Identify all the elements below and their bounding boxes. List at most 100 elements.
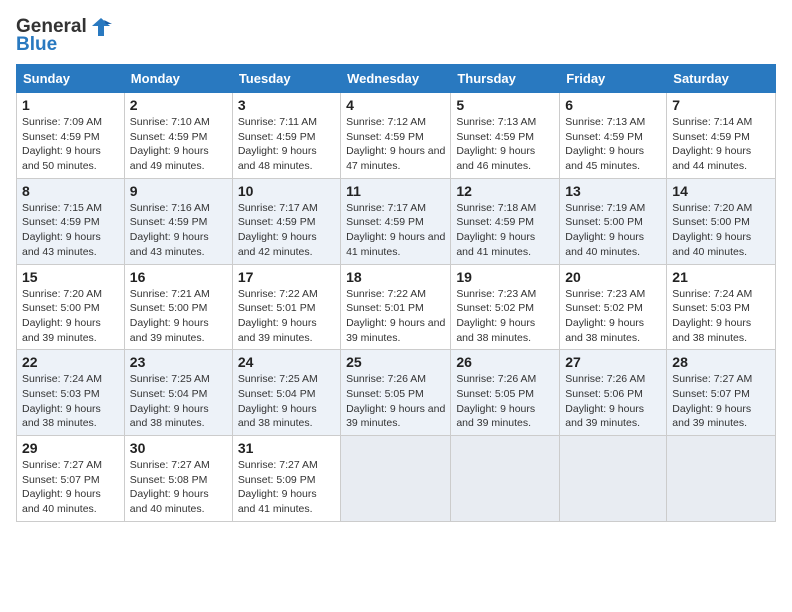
day-number: 22 xyxy=(22,354,119,370)
day-info: Sunrise: 7:27 AMSunset: 5:07 PMDaylight:… xyxy=(672,373,752,429)
day-number: 21 xyxy=(672,269,770,285)
day-number: 31 xyxy=(238,440,335,456)
day-info: Sunrise: 7:25 AMSunset: 5:04 PMDaylight:… xyxy=(238,373,318,429)
calendar-cell: 15 Sunrise: 7:20 AMSunset: 5:00 PMDaylig… xyxy=(17,264,125,350)
day-number: 14 xyxy=(672,183,770,199)
calendar-cell: 21 Sunrise: 7:24 AMSunset: 5:03 PMDaylig… xyxy=(667,264,776,350)
day-info: Sunrise: 7:23 AMSunset: 5:02 PMDaylight:… xyxy=(456,288,536,344)
day-info: Sunrise: 7:26 AMSunset: 5:06 PMDaylight:… xyxy=(565,373,645,429)
day-number: 26 xyxy=(456,354,554,370)
calendar-cell: 30 Sunrise: 7:27 AMSunset: 5:08 PMDaylig… xyxy=(124,436,232,522)
day-number: 20 xyxy=(565,269,661,285)
calendar-cell: 17 Sunrise: 7:22 AMSunset: 5:01 PMDaylig… xyxy=(232,264,340,350)
calendar-cell: 23 Sunrise: 7:25 AMSunset: 5:04 PMDaylig… xyxy=(124,350,232,436)
day-info: Sunrise: 7:16 AMSunset: 4:59 PMDaylight:… xyxy=(130,202,210,258)
day-number: 17 xyxy=(238,269,335,285)
day-info: Sunrise: 7:19 AMSunset: 5:00 PMDaylight:… xyxy=(565,202,645,258)
calendar-cell: 31 Sunrise: 7:27 AMSunset: 5:09 PMDaylig… xyxy=(232,436,340,522)
day-number: 8 xyxy=(22,183,119,199)
calendar-cell: 7 Sunrise: 7:14 AMSunset: 4:59 PMDayligh… xyxy=(667,93,776,179)
page-header: General Blue xyxy=(16,16,776,56)
day-number: 7 xyxy=(672,97,770,113)
calendar-cell xyxy=(341,436,451,522)
day-info: Sunrise: 7:18 AMSunset: 4:59 PMDaylight:… xyxy=(456,202,536,258)
logo-blue-text: Blue xyxy=(16,34,57,56)
calendar-cell: 5 Sunrise: 7:13 AMSunset: 4:59 PMDayligh… xyxy=(451,93,560,179)
calendar-cell: 26 Sunrise: 7:26 AMSunset: 5:05 PMDaylig… xyxy=(451,350,560,436)
day-header-monday: Monday xyxy=(124,65,232,93)
days-header-row: SundayMondayTuesdayWednesdayThursdayFrid… xyxy=(17,65,776,93)
day-number: 4 xyxy=(346,97,445,113)
day-info: Sunrise: 7:26 AMSunset: 5:05 PMDaylight:… xyxy=(346,373,445,429)
calendar-cell: 9 Sunrise: 7:16 AMSunset: 4:59 PMDayligh… xyxy=(124,178,232,264)
day-header-sunday: Sunday xyxy=(17,65,125,93)
calendar-week-2: 8 Sunrise: 7:15 AMSunset: 4:59 PMDayligh… xyxy=(17,178,776,264)
day-info: Sunrise: 7:21 AMSunset: 5:00 PMDaylight:… xyxy=(130,288,210,344)
day-number: 28 xyxy=(672,354,770,370)
day-info: Sunrise: 7:24 AMSunset: 5:03 PMDaylight:… xyxy=(22,373,102,429)
day-number: 3 xyxy=(238,97,335,113)
day-number: 23 xyxy=(130,354,227,370)
calendar-cell: 28 Sunrise: 7:27 AMSunset: 5:07 PMDaylig… xyxy=(667,350,776,436)
calendar-cell: 19 Sunrise: 7:23 AMSunset: 5:02 PMDaylig… xyxy=(451,264,560,350)
calendar-cell: 13 Sunrise: 7:19 AMSunset: 5:00 PMDaylig… xyxy=(560,178,667,264)
day-number: 19 xyxy=(456,269,554,285)
calendar-cell: 8 Sunrise: 7:15 AMSunset: 4:59 PMDayligh… xyxy=(17,178,125,264)
logo-bird-icon xyxy=(90,16,112,38)
day-info: Sunrise: 7:14 AMSunset: 4:59 PMDaylight:… xyxy=(672,116,752,172)
calendar-cell: 20 Sunrise: 7:23 AMSunset: 5:02 PMDaylig… xyxy=(560,264,667,350)
day-number: 10 xyxy=(238,183,335,199)
calendar-cell: 18 Sunrise: 7:22 AMSunset: 5:01 PMDaylig… xyxy=(341,264,451,350)
day-number: 18 xyxy=(346,269,445,285)
calendar-cell xyxy=(667,436,776,522)
day-number: 5 xyxy=(456,97,554,113)
day-number: 24 xyxy=(238,354,335,370)
day-info: Sunrise: 7:22 AMSunset: 5:01 PMDaylight:… xyxy=(346,288,445,344)
day-info: Sunrise: 7:15 AMSunset: 4:59 PMDaylight:… xyxy=(22,202,102,258)
day-info: Sunrise: 7:24 AMSunset: 5:03 PMDaylight:… xyxy=(672,288,752,344)
day-info: Sunrise: 7:17 AMSunset: 4:59 PMDaylight:… xyxy=(238,202,318,258)
day-header-wednesday: Wednesday xyxy=(341,65,451,93)
day-number: 9 xyxy=(130,183,227,199)
calendar-cell: 24 Sunrise: 7:25 AMSunset: 5:04 PMDaylig… xyxy=(232,350,340,436)
calendar-week-3: 15 Sunrise: 7:20 AMSunset: 5:00 PMDaylig… xyxy=(17,264,776,350)
calendar-cell: 14 Sunrise: 7:20 AMSunset: 5:00 PMDaylig… xyxy=(667,178,776,264)
calendar-cell: 29 Sunrise: 7:27 AMSunset: 5:07 PMDaylig… xyxy=(17,436,125,522)
day-info: Sunrise: 7:10 AMSunset: 4:59 PMDaylight:… xyxy=(130,116,210,172)
calendar-cell: 1 Sunrise: 7:09 AMSunset: 4:59 PMDayligh… xyxy=(17,93,125,179)
day-number: 30 xyxy=(130,440,227,456)
day-header-thursday: Thursday xyxy=(451,65,560,93)
day-number: 2 xyxy=(130,97,227,113)
day-info: Sunrise: 7:13 AMSunset: 4:59 PMDaylight:… xyxy=(565,116,645,172)
day-number: 6 xyxy=(565,97,661,113)
calendar-week-4: 22 Sunrise: 7:24 AMSunset: 5:03 PMDaylig… xyxy=(17,350,776,436)
day-info: Sunrise: 7:26 AMSunset: 5:05 PMDaylight:… xyxy=(456,373,536,429)
calendar-cell: 22 Sunrise: 7:24 AMSunset: 5:03 PMDaylig… xyxy=(17,350,125,436)
day-header-friday: Friday xyxy=(560,65,667,93)
calendar-cell: 4 Sunrise: 7:12 AMSunset: 4:59 PMDayligh… xyxy=(341,93,451,179)
calendar-week-1: 1 Sunrise: 7:09 AMSunset: 4:59 PMDayligh… xyxy=(17,93,776,179)
calendar-cell xyxy=(560,436,667,522)
day-info: Sunrise: 7:27 AMSunset: 5:07 PMDaylight:… xyxy=(22,459,102,515)
day-info: Sunrise: 7:20 AMSunset: 5:00 PMDaylight:… xyxy=(672,202,752,258)
day-info: Sunrise: 7:27 AMSunset: 5:08 PMDaylight:… xyxy=(130,459,210,515)
day-info: Sunrise: 7:13 AMSunset: 4:59 PMDaylight:… xyxy=(456,116,536,172)
calendar-cell: 6 Sunrise: 7:13 AMSunset: 4:59 PMDayligh… xyxy=(560,93,667,179)
day-info: Sunrise: 7:12 AMSunset: 4:59 PMDaylight:… xyxy=(346,116,445,172)
day-info: Sunrise: 7:20 AMSunset: 5:00 PMDaylight:… xyxy=(22,288,102,344)
calendar-cell: 3 Sunrise: 7:11 AMSunset: 4:59 PMDayligh… xyxy=(232,93,340,179)
day-number: 1 xyxy=(22,97,119,113)
day-number: 13 xyxy=(565,183,661,199)
day-number: 16 xyxy=(130,269,227,285)
calendar-cell: 11 Sunrise: 7:17 AMSunset: 4:59 PMDaylig… xyxy=(341,178,451,264)
calendar-cell: 10 Sunrise: 7:17 AMSunset: 4:59 PMDaylig… xyxy=(232,178,340,264)
calendar-cell: 2 Sunrise: 7:10 AMSunset: 4:59 PMDayligh… xyxy=(124,93,232,179)
day-info: Sunrise: 7:25 AMSunset: 5:04 PMDaylight:… xyxy=(130,373,210,429)
day-number: 15 xyxy=(22,269,119,285)
day-info: Sunrise: 7:09 AMSunset: 4:59 PMDaylight:… xyxy=(22,116,102,172)
calendar-cell: 16 Sunrise: 7:21 AMSunset: 5:00 PMDaylig… xyxy=(124,264,232,350)
logo: General Blue xyxy=(16,16,112,56)
day-number: 29 xyxy=(22,440,119,456)
calendar-cell xyxy=(451,436,560,522)
day-number: 25 xyxy=(346,354,445,370)
